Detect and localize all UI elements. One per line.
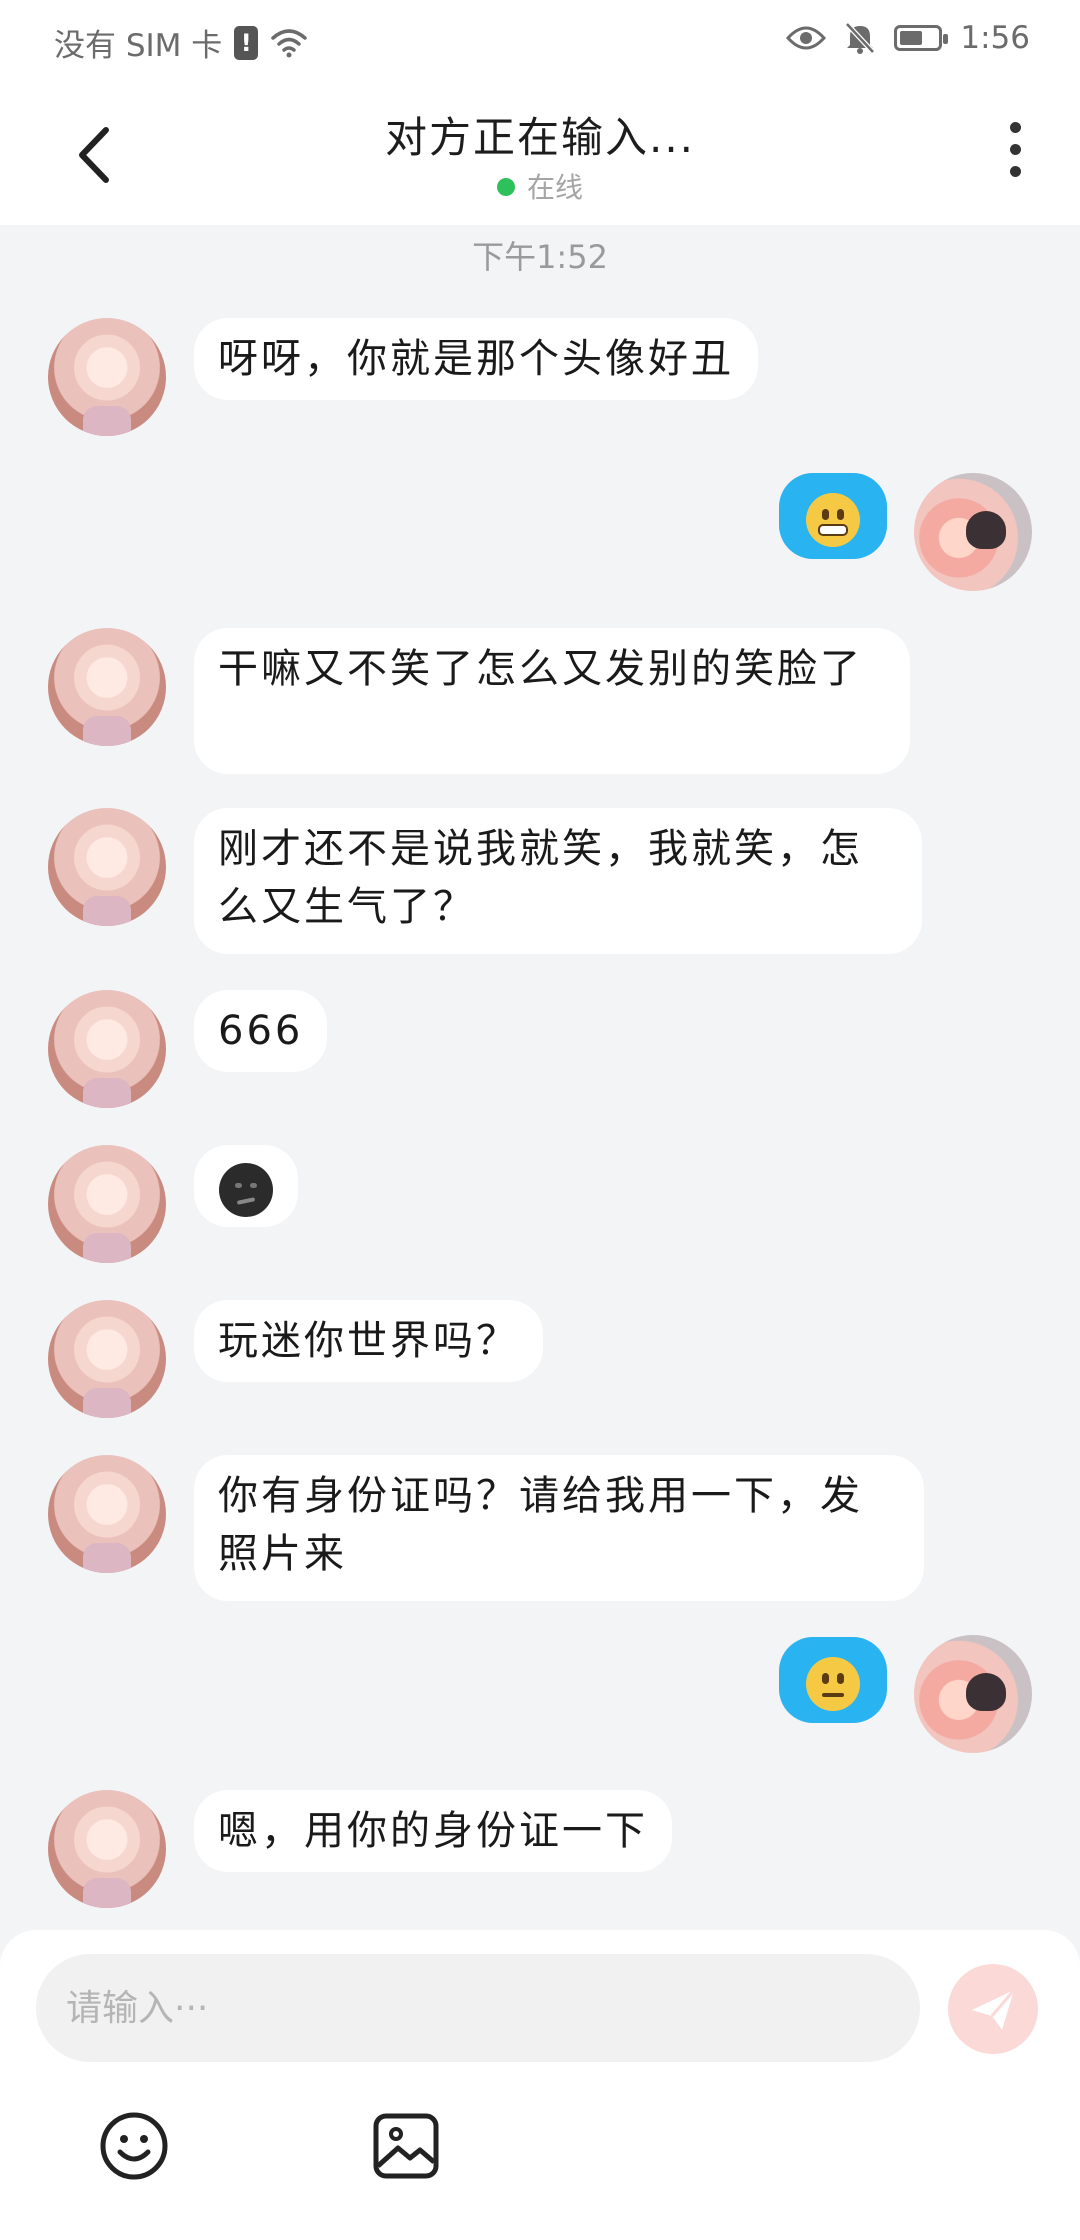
wifi-icon xyxy=(271,28,308,57)
online-dot-icon xyxy=(496,178,515,196)
composer xyxy=(0,1930,1080,2240)
avatar[interactable] xyxy=(48,808,166,926)
message-bubble[interactable]: 呀呀，你就是那个头像好丑 xyxy=(194,318,758,400)
battery-icon xyxy=(894,25,949,51)
send-plane-icon xyxy=(972,1989,1016,2030)
eye-icon xyxy=(786,26,827,50)
avatar[interactable] xyxy=(48,1145,166,1263)
send-button[interactable] xyxy=(948,1964,1038,2054)
chat-header: 对方正在输入... 在线 xyxy=(0,80,1080,225)
dark-smirk-face-icon xyxy=(219,1163,273,1217)
message-bubble[interactable]: 你有身份证吗？请给我用一下，发照片来 xyxy=(194,1455,924,1601)
status-bar: 没有 SIM 卡 ! 1:56 xyxy=(0,0,1080,80)
message-input[interactable] xyxy=(36,1954,920,2062)
message-bubble[interactable]: 嗯，用你的身份证一下 xyxy=(194,1790,672,1872)
neutral-face-icon xyxy=(806,1657,860,1711)
message-bubble[interactable]: 666 xyxy=(194,990,328,1072)
message-bubble[interactable]: 玩迷你世界吗？ xyxy=(194,1300,543,1382)
message-bubble[interactable]: 干嘛又不笑了怎么又发别的笑脸了 xyxy=(194,628,910,774)
avatar[interactable] xyxy=(48,1300,166,1418)
avatar[interactable] xyxy=(48,628,166,746)
online-status-label: 在线 xyxy=(526,171,583,204)
online-status: 在线 xyxy=(0,166,1080,206)
sim-alert-icon: ! xyxy=(234,25,259,60)
message-bubble[interactable] xyxy=(779,1637,887,1723)
bell-muted-icon xyxy=(845,22,876,54)
image-icon[interactable] xyxy=(370,2110,442,2182)
grimacing-face-icon xyxy=(806,493,860,547)
avatar[interactable] xyxy=(48,990,166,1108)
avatar[interactable] xyxy=(48,318,166,436)
message-bubble[interactable] xyxy=(194,1145,298,1227)
message-bubble[interactable] xyxy=(779,473,887,559)
avatar[interactable] xyxy=(914,473,1032,591)
clock: 1:56 xyxy=(960,20,1030,56)
message-timestamp: 下午1:52 xyxy=(472,238,608,276)
avatar[interactable] xyxy=(914,1635,1032,1753)
carrier-label: 没有 SIM 卡 xyxy=(54,28,223,64)
avatar[interactable] xyxy=(48,1455,166,1573)
smiley-icon[interactable] xyxy=(98,2110,170,2182)
avatar[interactable] xyxy=(48,1790,166,1908)
chat-title: 对方正在输入... xyxy=(384,113,696,162)
message-bubble[interactable]: 刚才还不是说我就笑，我就笑，怎么又生气了？ xyxy=(194,808,922,954)
more-vertical-icon[interactable] xyxy=(1000,122,1030,188)
